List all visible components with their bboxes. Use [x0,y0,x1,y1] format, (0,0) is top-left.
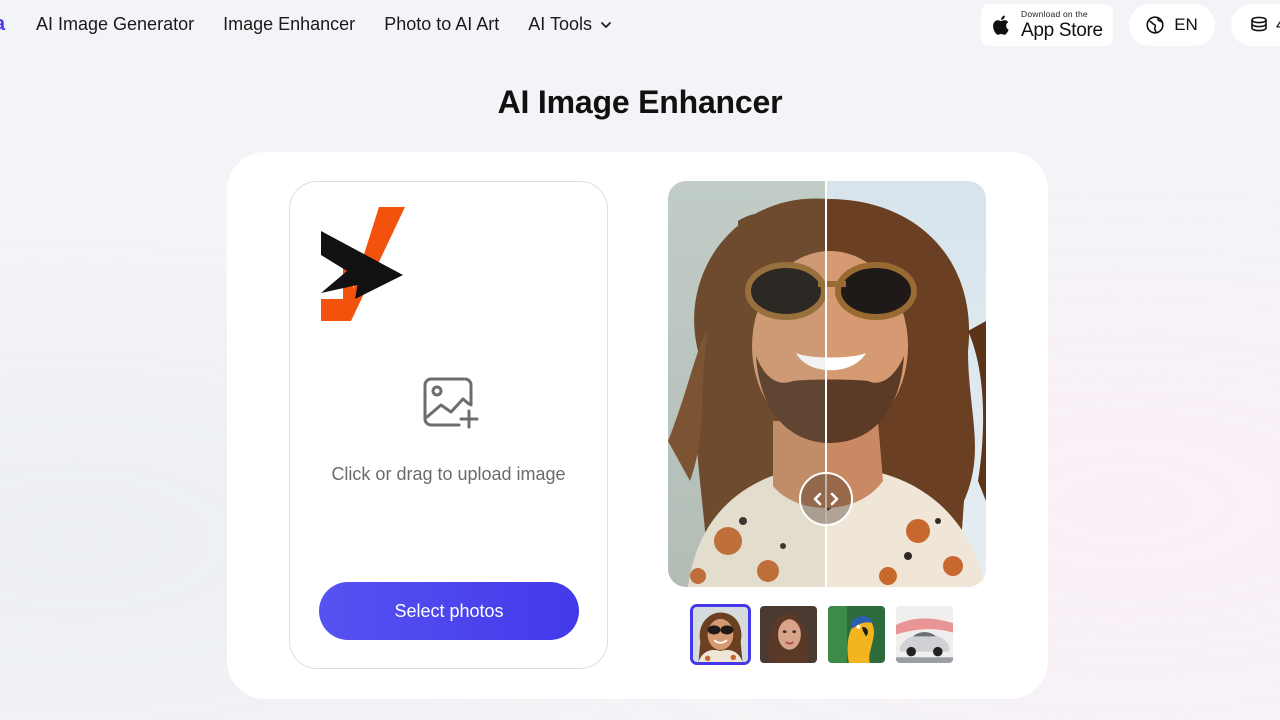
sample-thumbnails [690,604,962,665]
thumbnail-man-image [693,607,748,662]
chevron-down-icon [601,21,611,28]
thumbnail-car-image [896,606,953,663]
compare-slider-handle[interactable] [799,472,853,526]
add-image-icon [423,377,479,429]
app-store-small-text: Download on the [1021,9,1088,20]
apple-icon [993,15,1009,35]
credits-badge[interactable]: 4 [1231,4,1280,46]
nav-link-photo-to-ai-art[interactable]: Photo to AI Art [384,14,499,35]
language-selector[interactable]: EN [1129,4,1215,46]
credits-count: 4 [1276,15,1280,35]
thumbnail-woman-image [760,606,817,663]
coins-icon [1251,16,1267,32]
app-store-text: Download on the App Store [1021,10,1103,40]
nav-links: AI Image Generator Image Enhancer Photo … [36,14,641,35]
brand-logo[interactable]: a [0,13,6,35]
nav-link-ai-tools-label: AI Tools [528,14,592,34]
thumbnail-sports-car[interactable] [894,604,955,665]
nav-link-ai-tools[interactable]: AI Tools [528,14,612,35]
preview-image [668,181,986,587]
globe-icon [1146,16,1164,34]
language-label: EN [1174,15,1198,34]
compare-divider [825,181,827,587]
thumbnail-woman-portrait[interactable] [758,604,819,665]
nav-link-ai-image-generator[interactable]: AI Image Generator [36,14,194,35]
select-photos-button[interactable]: Select photos [319,582,579,640]
app-store-button[interactable]: Download on the App Store [981,4,1113,46]
thumbnail-man-portrait[interactable] [690,604,751,665]
compare-arrows-icon [813,492,839,506]
enhancer-card: Click or drag to upload image Select pho… [227,152,1048,699]
upload-prompt-text: Click or drag to upload image [331,464,566,484]
upload-dropzone[interactable]: Click or drag to upload image Select pho… [289,181,608,669]
thumbnail-parrot[interactable] [826,604,887,665]
app-store-big-text: App Store [1021,19,1103,41]
nav-link-image-enhancer[interactable]: Image Enhancer [223,14,355,35]
top-nav: a AI Image Generator Image Enhancer Phot… [0,0,1280,50]
brand-mark-logo [321,207,405,321]
page-title: AI Image Enhancer [497,84,783,120]
before-after-preview[interactable] [668,181,986,587]
thumbnail-parrot-image [828,606,885,663]
